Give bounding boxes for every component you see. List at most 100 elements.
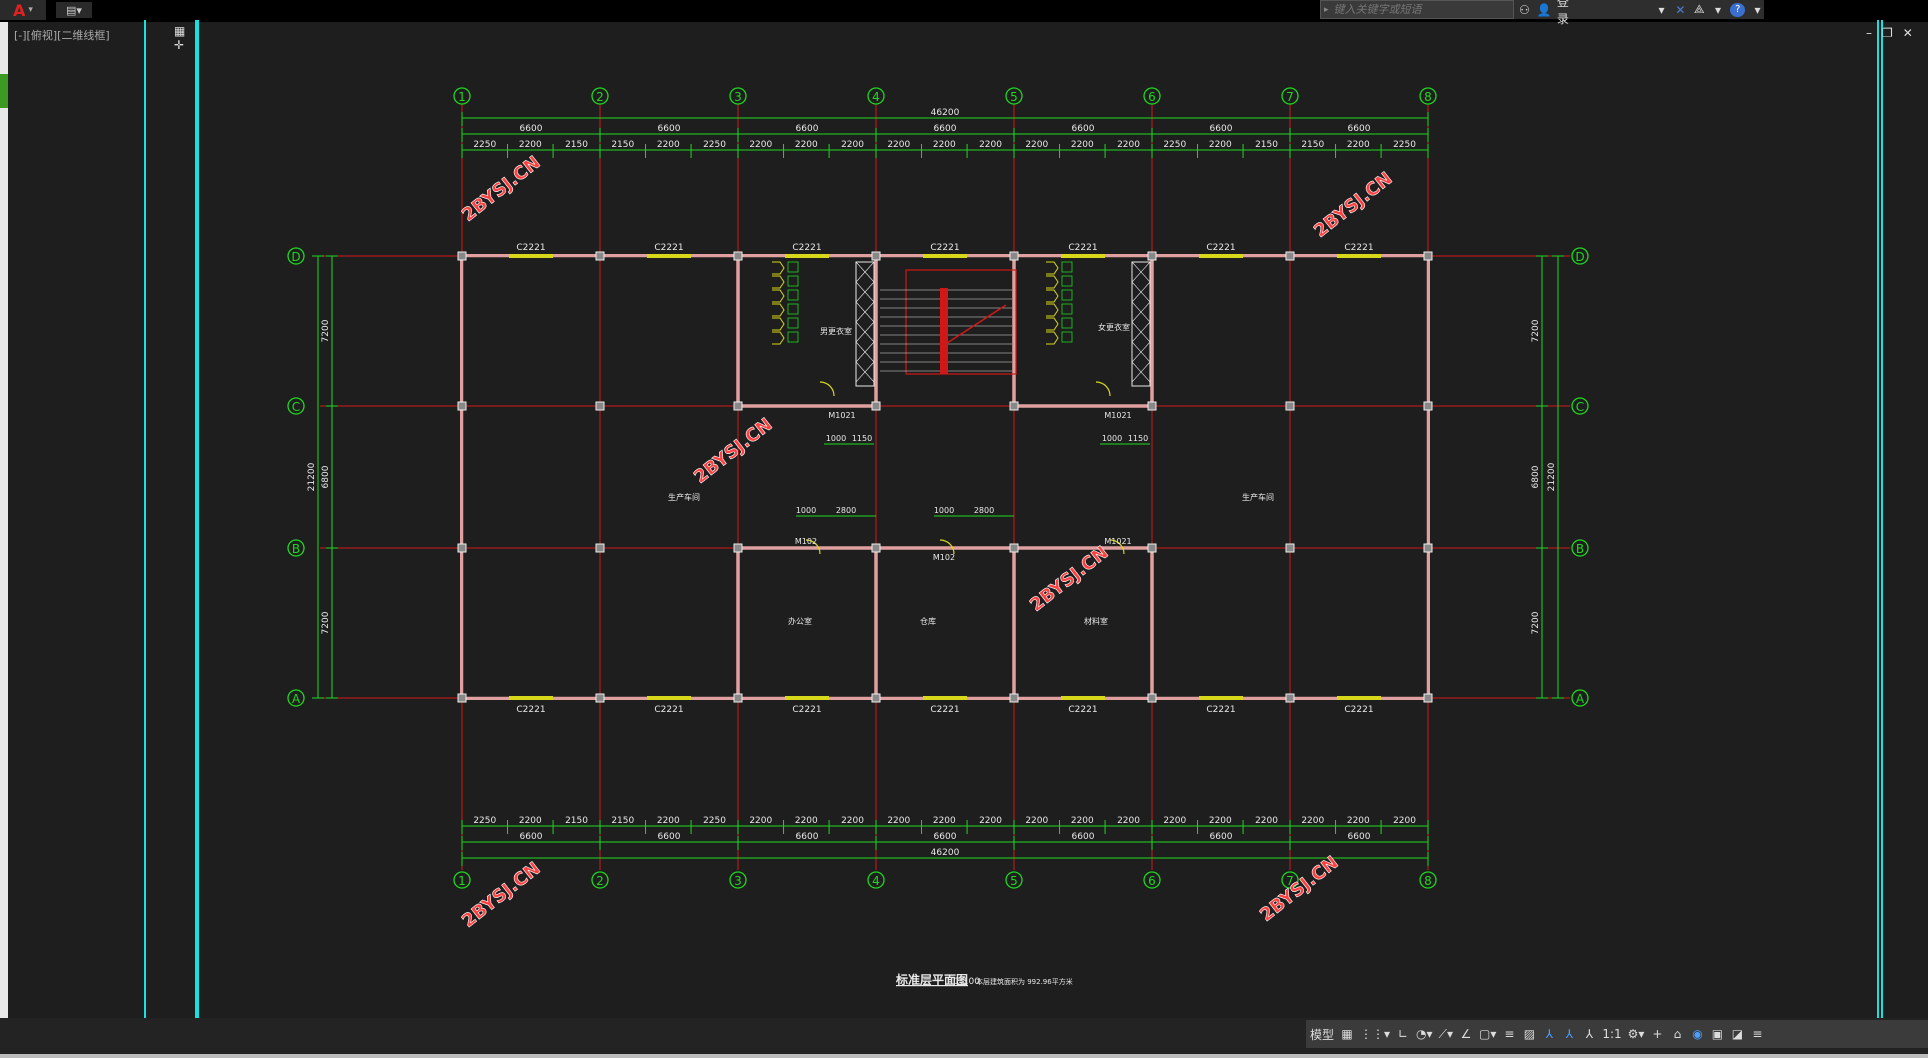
sub-dimension-top-label: 2150 (1255, 140, 1278, 150)
partition (787, 317, 799, 329)
annotation-visibility-icon[interactable]: ⅄ (1582, 1027, 1596, 1041)
sub-dimension-top-label: 2200 (1117, 140, 1140, 150)
partition (1061, 317, 1073, 329)
stair-handrail (940, 288, 948, 374)
sub-dimension-bottom-label: 2150 (565, 816, 588, 826)
column (1147, 401, 1157, 411)
hardware-icon[interactable]: ▣ (1710, 1027, 1724, 1041)
axis-label: 1 (458, 90, 466, 104)
sub-dimension-top-label: 2250 (703, 140, 726, 150)
axis-label: 6 (1148, 874, 1156, 888)
bay-dimension-top-label: 6600 (934, 124, 957, 134)
bay-dimension-bottom-label: 6600 (520, 832, 543, 842)
bay-dimension-top-label: 6600 (1210, 124, 1233, 134)
window-tag: C2221 (1344, 705, 1373, 715)
column (1147, 543, 1157, 553)
window (785, 696, 829, 700)
toilet-fixture (772, 289, 785, 303)
plus-icon[interactable]: + (1650, 1027, 1664, 1041)
column (1423, 251, 1433, 261)
sub-dimension-top-label: 2150 (611, 140, 634, 150)
column (1285, 693, 1295, 703)
drawing-canvas[interactable]: 1122334455667788D DC CB BA A462006600 6600 660… (0, 0, 1928, 1018)
axis-label: 7 (1286, 90, 1294, 104)
window (1061, 254, 1105, 258)
restore-icon[interactable]: ❐ (1882, 26, 1893, 40)
sub-dimension-bottom-label: 2200 (933, 816, 956, 826)
annotation-icon[interactable]: ⅄ (1542, 1027, 1556, 1041)
column (871, 251, 881, 261)
toilet-fixture (772, 261, 785, 275)
column (1423, 401, 1433, 411)
window-tag: C2221 (930, 705, 959, 715)
column (1423, 693, 1433, 703)
small-dimension-label: 1000 (796, 506, 816, 515)
partition (1061, 303, 1073, 315)
bay-dimension-bottom-label: 6600 (934, 832, 957, 842)
column (595, 693, 605, 703)
sub-dimension-bottom-label: 2200 (1117, 816, 1140, 826)
column (1285, 251, 1295, 261)
transparency-icon[interactable]: ▨ (1522, 1027, 1536, 1041)
sub-dimension-top-label: 2250 (473, 140, 496, 150)
shaft (855, 261, 875, 387)
window (1061, 696, 1105, 700)
bay-dimension-bottom-label: 6600 (1210, 832, 1233, 842)
column (457, 401, 467, 411)
annotation-scale-icon[interactable]: ⅄ (1562, 1027, 1576, 1041)
sub-dimension-bottom-label: 2200 (979, 816, 1002, 826)
2d-osnap-icon[interactable]: ▢▾ (1479, 1027, 1496, 1041)
partition (1061, 261, 1073, 273)
column (733, 543, 743, 553)
partition (787, 275, 799, 287)
sub-dimension-bottom-label: 2200 (657, 816, 680, 826)
grid-icon[interactable]: ▦ (1340, 1027, 1354, 1041)
column (1285, 401, 1295, 411)
scale-dropdown[interactable]: 1:1 (1602, 1027, 1621, 1041)
window-tag: C2221 (1068, 705, 1097, 715)
clean-screen-icon[interactable]: ◪ (1730, 1027, 1744, 1041)
workspace-icon[interactable]: ⌂ (1670, 1027, 1684, 1041)
isolate-icon[interactable]: ◉ (1690, 1027, 1704, 1041)
toilet-fixture (772, 275, 785, 289)
osnap-icon[interactable]: ∠ (1459, 1027, 1473, 1041)
column (595, 401, 605, 411)
bay-dimension-top-label: 6600 (520, 124, 543, 134)
snap-icon[interactable]: ⋮⋮▾ (1360, 1027, 1390, 1041)
row-dimension-right-label: 7200 (1531, 319, 1541, 342)
window (647, 696, 691, 700)
customize-icon[interactable]: ≡ (1750, 1027, 1764, 1041)
sub-dimension-bottom-label: 2200 (1209, 816, 1232, 826)
sub-dimension-bottom-label: 2200 (1071, 816, 1094, 826)
settings-icon[interactable]: ⚙▾ (1628, 1027, 1645, 1041)
model-tab[interactable]: 模型 (1310, 1026, 1334, 1043)
viewport-controls-label[interactable]: [-][俯视][二维线框] (14, 27, 110, 43)
partition (1061, 331, 1073, 343)
axis-label: 5 (1010, 874, 1018, 888)
isodraft-icon[interactable]: ⟋▾ (1439, 1027, 1453, 1042)
column (457, 543, 467, 553)
axis-label: B (292, 542, 300, 556)
column (1009, 543, 1019, 553)
toilet-fixture (772, 331, 785, 345)
column (595, 251, 605, 261)
polar-icon[interactable]: ◔▾ (1416, 1027, 1433, 1041)
sub-dimension-bottom-label: 2200 (749, 816, 772, 826)
minimize-icon[interactable]: – (1866, 26, 1872, 40)
small-dimension-label: 1150 (1128, 434, 1148, 443)
sub-dimension-top-label: 2200 (1347, 140, 1370, 150)
column (733, 401, 743, 411)
bay-dimension-top-label: 6600 (1072, 124, 1095, 134)
window (509, 696, 553, 700)
door-tag: M1021 (828, 411, 855, 420)
sub-dimension-bottom-label: 2200 (795, 816, 818, 826)
lineweight-icon[interactable]: ≡ (1502, 1027, 1516, 1041)
window-tag: C2221 (1206, 243, 1235, 253)
bay-dimension-bottom-label: 6600 (1348, 832, 1371, 842)
sub-dimension-top-label: 2150 (565, 140, 588, 150)
close-icon[interactable]: ✕ (1903, 26, 1913, 40)
small-dimension-label: 2800 (974, 506, 994, 515)
sub-dimension-bottom-label: 2200 (1347, 816, 1370, 826)
ortho-icon[interactable]: ∟ (1396, 1027, 1410, 1041)
column (871, 693, 881, 703)
